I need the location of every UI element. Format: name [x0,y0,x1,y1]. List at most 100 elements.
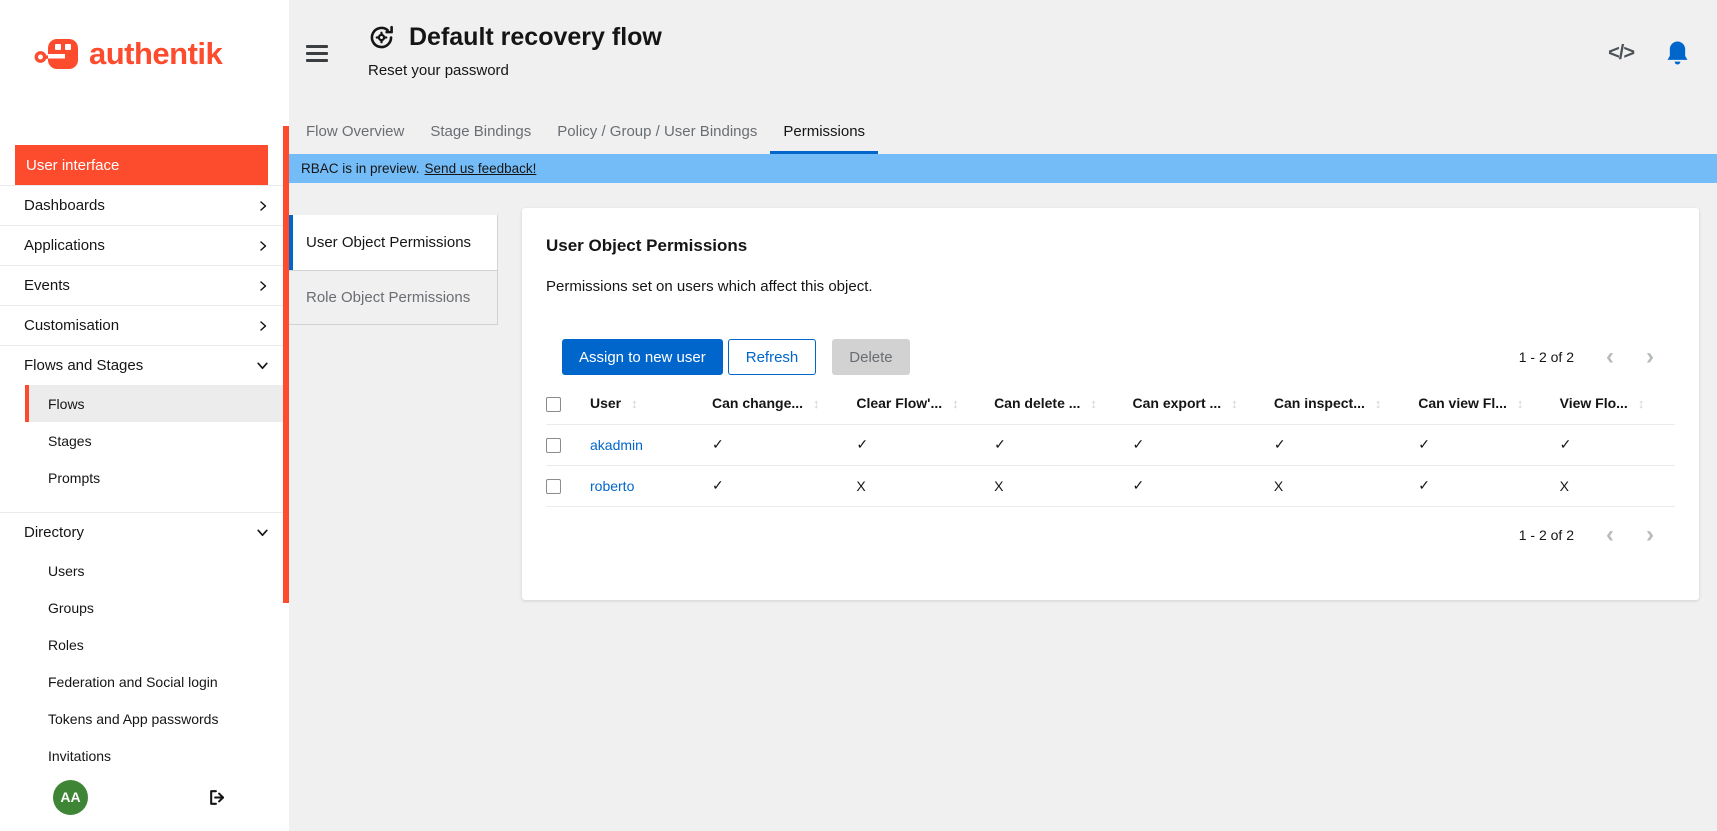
pagination-label: 1 - 2 of 2 [1519,349,1574,365]
pagination-label: 1 - 2 of 2 [1519,527,1574,543]
content-area: User Object Permissions Role Object Perm… [289,183,1717,831]
sidebar-item-user-interface[interactable]: User interface [15,145,268,185]
permission-value: ✓ [1418,465,1559,506]
sidebar-item-events[interactable]: Events [0,266,289,305]
user-link[interactable]: roberto [590,478,634,494]
sidebar-item-users[interactable]: Users [0,552,289,589]
sidebar-item-dashboards[interactable]: Dashboards [0,186,289,225]
authentik-logo-text: authentik [89,36,222,72]
tab-user-object-permissions[interactable]: User Object Permissions [289,215,498,270]
user-link[interactable]: akadmin [590,437,643,453]
sidebar-item-flows-and-stages[interactable]: Flows and Stages [0,346,289,385]
nav-label: Invitations [48,748,111,764]
pagination-prev-icon[interactable]: ‹ [1606,525,1614,545]
page-subtitle: Reset your password [368,62,662,79]
sidebar-item-stages[interactable]: Stages [0,422,289,459]
permission-value: ✓ [712,424,856,465]
sidebar: authentik User interface Dashboards Appl… [0,0,289,831]
sidebar-item-prompts[interactable]: Prompts [0,459,289,496]
permission-value: X [994,465,1132,506]
sidebar-item-invitations[interactable]: Invitations [0,737,289,774]
chevron-down-icon [256,359,269,372]
nav-label: Applications [24,237,105,254]
authentik-key-icon [34,36,80,72]
permission-value: ✓ [1274,424,1418,465]
sidebar-nav: Dashboards Applications Events Customisa… [0,185,289,774]
feedback-link[interactable]: Send us feedback! [425,161,537,176]
nav-label: Tokens and App passwords [48,711,218,727]
sidebar-item-federation[interactable]: Federation and Social login [0,663,289,700]
sidebar-item-roles[interactable]: Roles [0,626,289,663]
sidebar-item-groups[interactable]: Groups [0,589,289,626]
sort-icon[interactable]: ↕ [1231,396,1238,411]
table-header-row: User ↕ Can change... ↕ Clear Flow'... ↕ Can… [546,389,1675,424]
row-checkbox[interactable] [546,438,561,453]
page-title: Default recovery flow [409,23,662,52]
refresh-button[interactable]: Refresh [728,339,817,375]
chevron-right-icon [257,200,269,212]
nav-label: Dashboards [24,197,105,214]
sidebar-item-flows[interactable]: Flows [25,385,289,422]
sort-icon[interactable]: ↕ [1517,396,1524,411]
pagination-top: 1 - 2 of 2 ‹ › [1519,347,1675,367]
tab-bar: Flow Overview Stage Bindings Policy / Gr… [289,108,1717,154]
column-header: Can inspect... [1274,395,1365,411]
card-description: Permissions set on users which affect th… [546,278,1675,295]
sidebar-footer: AA [0,775,289,819]
nav-label: Customisation [24,317,119,334]
logout-icon [208,788,227,807]
pagination-next-icon[interactable]: › [1646,525,1654,545]
column-header: Can delete ... [994,395,1080,411]
permission-value: ✓ [994,424,1132,465]
table-row: roberto ✓ X X ✓ X ✓ X [546,465,1675,506]
column-header: Can view Fl... [1418,395,1507,411]
pagination-prev-icon[interactable]: ‹ [1606,347,1614,367]
column-header: Clear Flow'... [856,395,942,411]
assign-to-new-user-button[interactable]: Assign to new user [562,339,723,375]
pagination-next-icon[interactable]: › [1646,347,1654,367]
column-header: View Flo... [1560,395,1628,411]
delete-button[interactable]: Delete [832,339,909,375]
sidebar-item-directory[interactable]: Directory [0,513,289,552]
column-header: Can export ... [1132,395,1221,411]
chevron-down-icon [256,526,269,539]
avatar[interactable]: AA [53,780,88,815]
permission-value: ✓ [1132,424,1273,465]
sidebar-item-customisation[interactable]: Customisation [0,306,289,345]
tab-permissions[interactable]: Permissions [770,108,878,154]
nav-label: Directory [24,524,84,541]
column-header: User [590,395,621,411]
card-title: User Object Permissions [546,236,1675,256]
banner-text: RBAC is in preview. [301,161,420,176]
column-header: Can change... [712,395,803,411]
sort-icon[interactable]: ↕ [813,396,820,411]
sidebar-item-tokens[interactable]: Tokens and App passwords [0,700,289,737]
sort-icon[interactable]: ↕ [1638,396,1645,411]
sidebar-item-applications[interactable]: Applications [0,226,289,265]
sort-icon[interactable]: ↕ [1090,396,1097,411]
chevron-right-icon [257,320,269,332]
tab-role-object-permissions[interactable]: Role Object Permissions [289,270,498,325]
main-area: Default recovery flow Reset your passwor… [289,0,1717,831]
hamburger-menu-button[interactable] [306,45,328,63]
tab-policy-group-user-bindings[interactable]: Policy / Group / User Bindings [544,108,770,154]
row-checkbox[interactable] [546,479,561,494]
tab-flow-overview[interactable]: Flow Overview [293,108,417,154]
tab-stage-bindings[interactable]: Stage Bindings [417,108,544,154]
notifications-bell-icon[interactable] [1666,40,1689,66]
chevron-right-icon [257,280,269,292]
sort-icon[interactable]: ↕ [952,396,959,411]
permission-value: ✓ [856,424,994,465]
pagination-bottom: 1 - 2 of 2 ‹ › [546,525,1675,545]
api-icon[interactable]: </> [1608,42,1634,65]
nav-label: Federation and Social login [48,674,218,690]
nav-label: Events [24,277,70,294]
sort-icon[interactable]: ↕ [1375,396,1382,411]
logout-button[interactable] [208,788,227,807]
sort-icon[interactable]: ↕ [631,396,638,411]
nav-label: Users [48,563,85,579]
user-object-permissions-card: User Object Permissions Permissions set … [522,208,1699,600]
permission-value: ✓ [1132,465,1273,506]
select-all-checkbox[interactable] [546,397,561,412]
flow-process-icon [368,24,395,51]
